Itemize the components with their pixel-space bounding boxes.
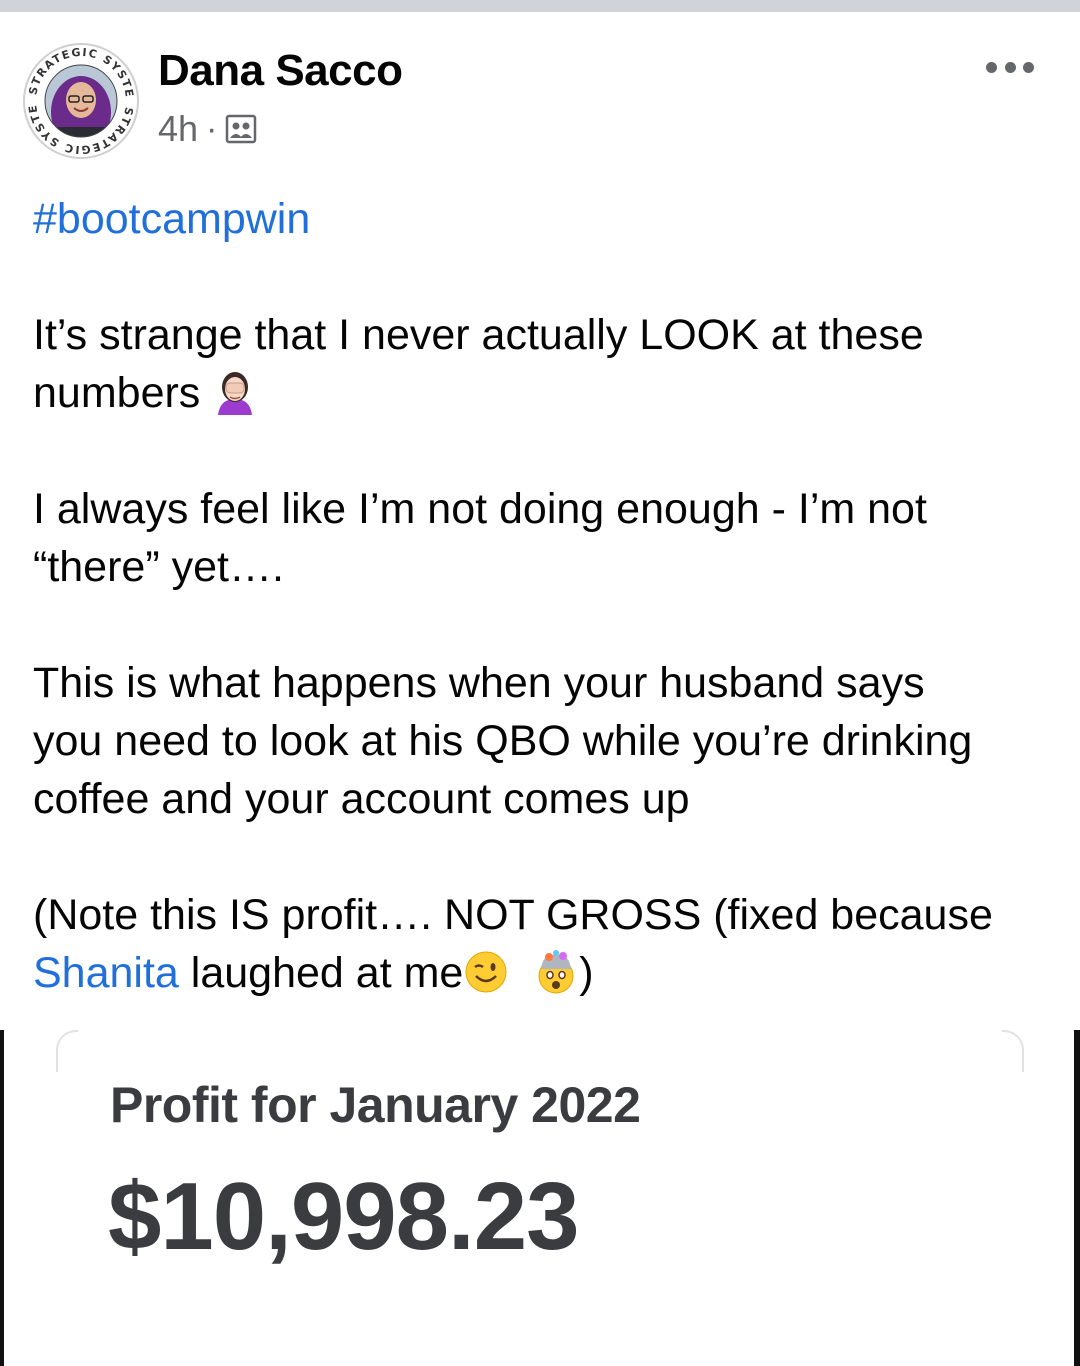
group-icon [226,114,257,144]
avatar-image: STRATEGIC SYSTEMS STRATEGIC SYSTEMS [16,32,139,159]
more-dot-icon [1023,61,1034,73]
hashtag-link[interactable]: #bootcampwin [33,190,1043,248]
more-dot-icon [986,61,997,73]
avatar[interactable]: STRATEGIC SYSTEMS STRATEGIC SYSTEMS [16,32,140,160]
author-name[interactable]: Dana Sacco [158,46,403,96]
text-line: This is what happens when your husband s… [33,659,925,707]
meta-separator: · [206,109,218,148]
text-line: I always feel like I’m not doing enough … [33,485,927,533]
attached-image[interactable]: Profit for January 2022 $10,998.23 [0,1030,1080,1366]
post-paragraph: I always feel like I’m not doing enough … [33,480,1043,596]
text-line: It’s strange that I never actually LOOK … [33,311,924,359]
text-line: you need to look at his QBO while you’re… [33,717,973,765]
text-line: ) [579,949,594,997]
post-meta: 4h · [158,108,257,150]
post-paragraph: (Note this IS profit…. NOT GROSS (fixed … [33,886,1043,1002]
post-paragraph: It’s strange that I never actually LOOK … [33,306,1043,422]
more-options-button[interactable] [986,52,1034,82]
card-corner [1002,1030,1024,1072]
top-divider-bar [0,0,1080,12]
post-header: STRATEGIC SYSTEMS STRATEGIC SYSTEMS Dana… [0,12,1080,172]
profit-amount: $10,998.23 [108,1163,579,1270]
mention-link[interactable]: Shanita [33,949,179,997]
post-text: #bootcampwin It’s strange that I never a… [33,190,1043,1002]
text-line: laughed at me [178,949,464,997]
woman-facepalming-emoji [218,372,253,415]
exploding-head-emoji [538,950,574,994]
card-corner [56,1030,78,1072]
text-line: (Note this IS profit…. NOT GROSS (fixed … [33,891,993,939]
text-line: numbers [33,369,201,417]
profit-label: Profit for January 2022 [110,1077,641,1133]
winking-face-emoji [465,951,507,993]
text-line: “there” yet…. [33,543,284,591]
more-dot-icon [1004,61,1016,73]
image-border-right [1074,1030,1080,1366]
post-timestamp[interactable]: 4h [158,108,198,150]
post-paragraph: This is what happens when your husband s… [33,654,1043,828]
text-line: coffee and your account comes up [33,775,690,823]
image-border-left [0,1030,4,1366]
